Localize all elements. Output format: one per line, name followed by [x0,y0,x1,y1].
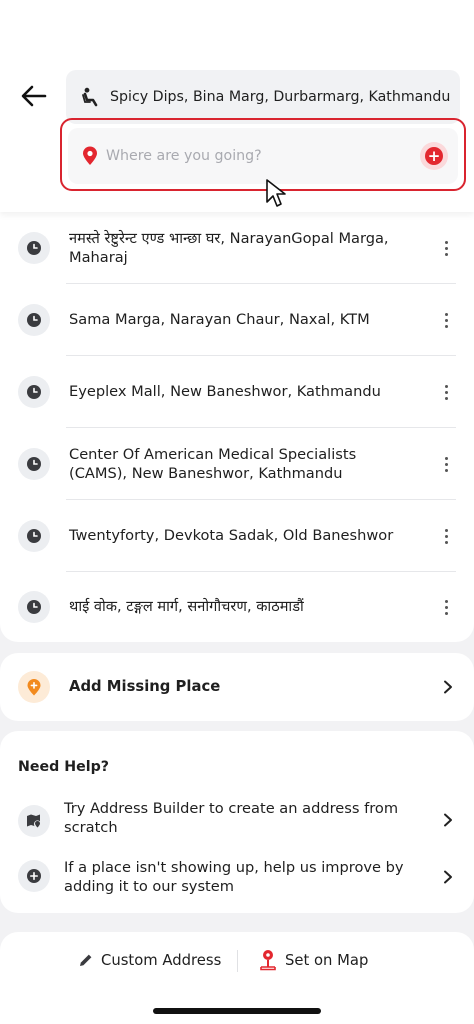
recent-place-item[interactable]: थाई वोक, टङ्गल मार्ग, सनोगौचरण, काठमाडौं [0,572,474,644]
recent-place-text: थाई वोक, टङ्गल मार्ग, सनोगौचरण, काठमाडौं [69,598,304,615]
add-missing-place-label: Add Missing Place [69,678,221,695]
set-on-map-button[interactable]: Set on Map [259,948,368,972]
recent-place-item[interactable]: नमस्ते रेष्टुरेन्ट एण्ड भान्छा घर, Naray… [0,212,474,284]
mouse-pointer-icon [266,179,286,207]
home-indicator [153,1008,321,1014]
destination-input[interactable] [106,148,396,164]
recent-place-item[interactable]: Sama Marga, Narayan Chaur, Naxal, KTM [0,284,474,356]
chevron-right-icon [444,870,452,884]
recent-places-list: नमस्ते रेष्टुरेन्ट एण्ड भान्छा घर, Naray… [0,212,474,642]
clock-icon [18,232,50,264]
recent-place-text: Center Of American Medical Specialists (… [69,446,357,482]
location-pin-icon [82,146,98,166]
custom-address-button[interactable]: Custom Address [79,948,221,972]
add-circle-icon [18,860,50,892]
need-help-section: Need Help? Try Address Builder to create… [0,731,474,913]
pickup-field[interactable]: Spicy Dips, Bina Marg, Durbarmarg, Kathm… [66,70,460,124]
more-options-icon[interactable] [440,524,452,548]
add-stop-button[interactable]: + [420,142,448,170]
chevron-right-icon [444,813,452,827]
custom-address-label: Custom Address [101,951,222,969]
address-builder-item[interactable]: Try Address Builder to create an address… [0,795,474,851]
set-on-map-label: Set on Map [285,951,369,969]
recent-place-text: Sama Marga, Narayan Chaur, Naxal, KTM [69,311,370,328]
recent-place-text: Eyeplex Mall, New Baneshwor, Kathmandu [69,383,381,400]
search-header: Spicy Dips, Bina Marg, Durbarmarg, Kathm… [0,0,474,212]
recent-place-item[interactable]: Center Of American Medical Specialists (… [0,428,474,500]
improve-places-item[interactable]: If a place isn't showing up, help us imp… [0,855,474,911]
map-pin-icon [18,805,50,837]
plus-icon: + [425,147,443,165]
clock-icon [18,376,50,408]
clock-icon [18,304,50,336]
back-button[interactable] [18,80,50,112]
clock-icon [18,591,50,623]
add-location-pin-icon [18,671,50,703]
more-options-icon[interactable] [440,380,452,404]
seated-person-icon [80,86,102,108]
recent-place-item[interactable]: Eyeplex Mall, New Baneshwor, Kathmandu [0,356,474,428]
address-builder-text: Try Address Builder to create an address… [64,800,399,836]
arrow-left-icon [21,85,47,107]
clock-icon [18,448,50,480]
destination-field[interactable]: + [68,128,458,184]
destination-search-screen: Spicy Dips, Bina Marg, Durbarmarg, Kathm… [0,0,474,1024]
improve-places-text: If a place isn't showing up, help us imp… [64,859,404,895]
pickup-location-text: Spicy Dips, Bina Marg, Durbarmarg, Kathm… [110,89,451,105]
add-missing-place-button[interactable]: Add Missing Place [0,653,474,721]
more-options-icon[interactable] [440,236,452,260]
clock-icon [18,520,50,552]
need-help-title: Need Help? [18,759,109,775]
map-marker-icon [260,950,276,971]
chevron-right-icon [444,680,452,694]
recent-place-text: Twentyforty, Devkota Sadak, Old Baneshwo… [69,527,394,544]
divider [237,950,238,972]
pencil-icon [80,954,92,966]
more-options-icon[interactable] [440,308,452,332]
more-options-icon[interactable] [440,595,452,619]
recent-place-item[interactable]: Twentyforty, Devkota Sadak, Old Baneshwo… [0,500,474,572]
recent-place-text: नमस्ते रेष्टुरेन्ट एण्ड भान्छा घर, Naray… [69,230,389,266]
more-options-icon[interactable] [440,452,452,476]
